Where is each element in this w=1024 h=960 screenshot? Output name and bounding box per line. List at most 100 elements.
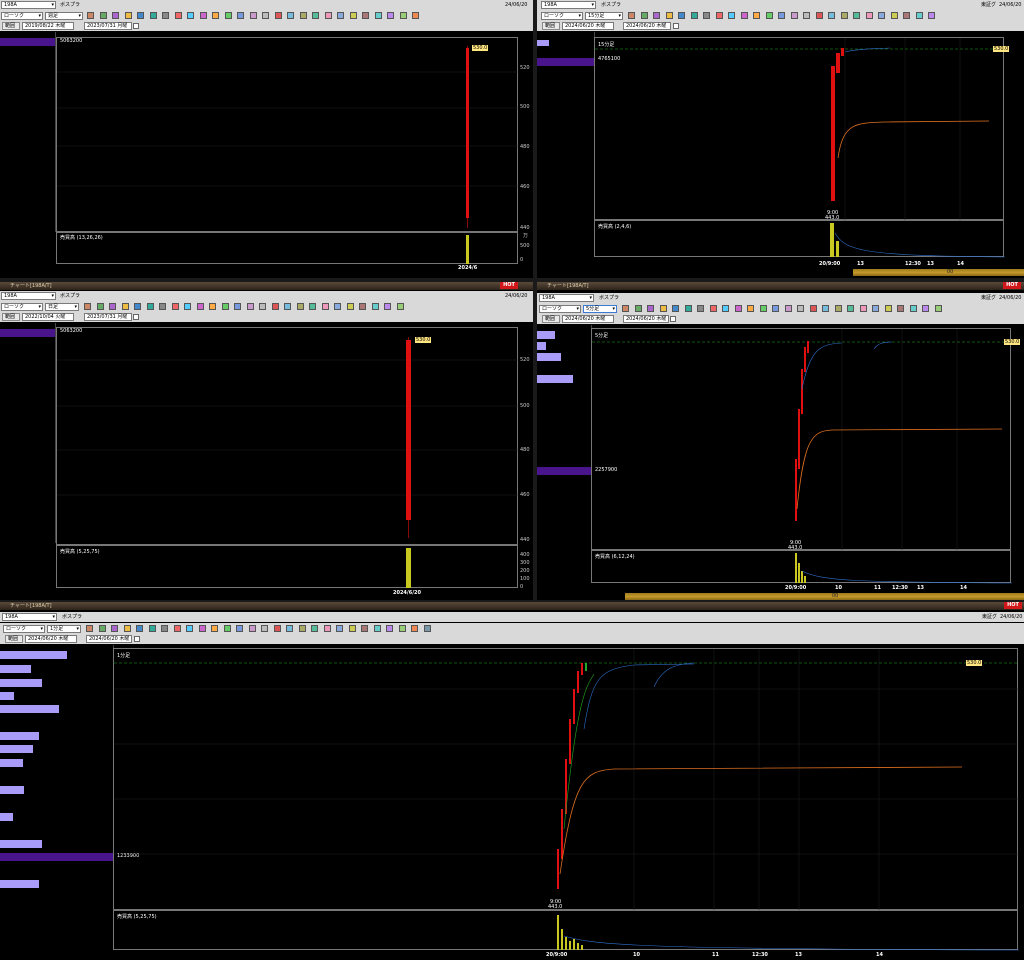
line-icon[interactable] [753,12,760,19]
symbol-combo[interactable]: 198A ▾ [541,1,596,9]
line-icon[interactable] [209,303,216,310]
window-icon[interactable] [137,12,144,19]
circle-icon[interactable] [234,303,241,310]
cross-icon[interactable] [740,12,748,19]
window-icon[interactable] [678,12,685,19]
undo-icon[interactable] [915,12,923,19]
magnet-icon[interactable] [311,625,318,632]
circle-icon[interactable] [778,12,785,19]
eraser-icon[interactable] [840,12,848,19]
from-date-field[interactable]: 2019/08/22 木曜 [22,22,74,30]
indicator-icon[interactable] [124,12,132,19]
circle-icon[interactable] [237,12,244,19]
grid-icon[interactable] [184,303,191,310]
from-date-field[interactable]: 2024/06/20 木曜 [25,635,77,643]
period-combo[interactable]: 5分足 ▾ [583,305,617,313]
eye-icon[interactable] [878,12,885,19]
symbol-combo[interactable]: 198A ▾ [1,1,56,9]
option-checkbox[interactable] [670,316,676,322]
from-date-field[interactable]: 2024/06/20 木曜 [562,22,614,30]
indicator-icon[interactable] [123,625,131,632]
eraser-icon[interactable] [298,625,306,632]
lock-icon[interactable] [323,625,331,632]
grid-icon[interactable] [722,305,729,312]
chart-icon[interactable] [87,12,94,19]
redo-icon[interactable] [387,12,394,19]
horizontal-scrollbar[interactable]: 00 [625,593,1024,600]
undo-icon[interactable] [373,625,381,632]
color-icon[interactable] [647,305,654,312]
period-combo[interactable]: 1分足 ▾ [47,625,81,633]
range-button[interactable]: 範囲 [542,22,560,30]
zoom-icon[interactable] [709,305,717,312]
redo-icon[interactable] [386,625,393,632]
chart-icon[interactable] [86,625,93,632]
magnet-icon[interactable] [847,305,854,312]
ruler-icon[interactable] [259,303,266,310]
from-date-field[interactable]: 2022/10/04 火曜 [22,313,74,321]
print-icon[interactable] [934,305,942,312]
period-combo[interactable]: 日足 ▾ [45,303,79,311]
eraser-icon[interactable] [299,12,307,19]
paste-icon[interactable] [897,305,904,312]
ruler-icon[interactable] [262,12,269,19]
window-icon[interactable] [672,305,679,312]
zoom-icon[interactable] [174,12,182,19]
copy-icon[interactable] [890,12,898,19]
magnet-icon[interactable] [309,303,316,310]
undo-icon[interactable] [374,12,382,19]
circle-icon[interactable] [236,625,243,632]
paste-icon[interactable] [359,303,366,310]
arrow-icon[interactable] [224,12,232,19]
cross-icon[interactable] [198,625,206,632]
lock-icon[interactable] [324,12,332,19]
text-icon[interactable] [159,303,166,310]
period-combo[interactable]: 週足 ▾ [45,12,83,20]
option-checkbox[interactable] [133,23,139,29]
paste-icon[interactable] [361,625,368,632]
color-icon[interactable] [109,303,116,310]
arrow-icon[interactable] [223,625,231,632]
symbol-combo[interactable]: 198A ▾ [539,294,594,302]
print-icon[interactable] [399,12,407,19]
eye-icon[interactable] [872,305,879,312]
copy-icon[interactable] [346,303,354,310]
option-checkbox[interactable] [673,23,679,29]
to-date-field[interactable]: 2024/06/20 木曜 [623,315,669,323]
pen-icon[interactable] [287,12,294,19]
chart-style-combo[interactable]: ローソク ▾ [541,12,583,20]
save-icon[interactable] [411,625,418,632]
to-date-field[interactable]: 2023/07/31 月曜 [84,313,132,321]
magnet-icon[interactable] [312,12,319,19]
select-icon[interactable] [815,12,823,19]
paste-icon[interactable] [903,12,910,19]
pen-icon[interactable] [284,303,291,310]
magnet-icon[interactable] [853,12,860,19]
arrow-icon[interactable] [765,12,773,19]
fib-icon[interactable] [246,303,254,310]
arrow-icon[interactable] [759,305,767,312]
window-icon[interactable] [136,625,143,632]
period-combo[interactable]: 15分足 ▾ [585,12,623,20]
text-icon[interactable] [161,625,168,632]
indicator-icon[interactable] [121,303,129,310]
text-icon[interactable] [703,12,710,19]
undo-icon[interactable] [371,303,379,310]
draw-icon[interactable] [96,303,104,310]
to-date-field[interactable]: 2023/07/31 月曜 [84,22,132,30]
layout-icon[interactable] [146,303,154,310]
settings-icon[interactable] [423,625,431,632]
to-date-field[interactable]: 2024/06/20 木曜 [86,635,132,643]
eye-icon[interactable] [336,625,343,632]
draw-icon[interactable] [634,305,642,312]
save-icon[interactable] [412,12,419,19]
ruler-icon[interactable] [803,12,810,19]
chart-icon[interactable] [622,305,629,312]
to-date-field[interactable]: 2024/06/20 木曜 [623,22,671,30]
lock-icon[interactable] [321,303,329,310]
line-icon[interactable] [211,625,218,632]
cross-icon[interactable] [196,303,204,310]
text-icon[interactable] [162,12,169,19]
fib-icon[interactable] [784,305,792,312]
copy-icon[interactable] [349,12,357,19]
